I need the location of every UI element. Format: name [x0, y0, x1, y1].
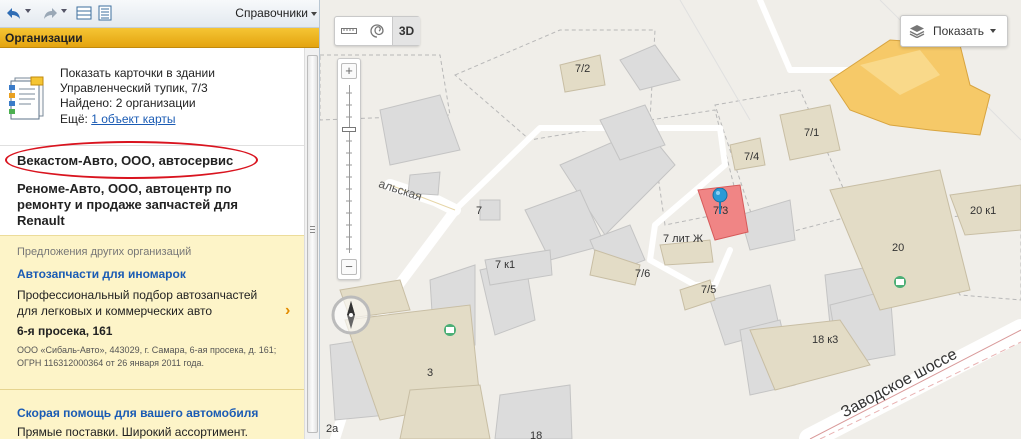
zoom-in-button[interactable]: +: [341, 63, 357, 79]
building-label: 2а: [326, 423, 339, 435]
building-label: 7: [476, 205, 483, 217]
building-address: Управленческий тупик, 7/3: [60, 81, 208, 95]
results-content: Показать карточки в здании Управленчески…: [0, 48, 304, 439]
ad-description: Прямые поставки. Широкий ассортимент.: [17, 425, 248, 439]
highlight-annotation: [5, 141, 258, 179]
divider: [0, 389, 304, 390]
building-label: 18: [530, 430, 543, 439]
map-pin-icon[interactable]: [712, 188, 728, 214]
building-label: 7/2: [575, 63, 591, 75]
ad-title-link[interactable]: Скорая помощь для вашего автомобиля: [17, 406, 258, 420]
layers-icon: [909, 25, 925, 38]
map-tools: 3D: [334, 16, 420, 46]
building-label: 7/1: [804, 127, 820, 139]
ad-legal-text: ООО «Сибаль-Авто», 443029, г. Самара, 6-…: [17, 345, 277, 368]
found-count: Найдено: 2 организации: [60, 96, 196, 110]
building-label: 7/4: [744, 151, 760, 163]
layers-dropdown-button[interactable]: Показать: [900, 15, 1008, 47]
zoom-slider-handle[interactable]: [342, 127, 356, 132]
organization-item[interactable]: Реноме-Авто, ООО, автоцентр по ремонту и…: [17, 181, 277, 229]
ruler-button[interactable]: [335, 17, 363, 45]
sidebar-panel: Справочники Организации Показать карточк…: [0, 0, 320, 439]
layers-label: Показать: [933, 24, 985, 38]
spiral-icon: [370, 24, 384, 38]
more-objects-link[interactable]: 1 объект карты: [91, 112, 175, 126]
compass-icon[interactable]: [331, 295, 371, 335]
print-list-icon[interactable]: [97, 5, 113, 21]
list-view-icon[interactable]: [76, 5, 92, 21]
ruler-icon: [341, 28, 357, 34]
chevron-right-icon[interactable]: ›: [285, 302, 290, 320]
grip-icon: [310, 226, 315, 233]
map-view[interactable]: 7/2 7/1 7/4 7/3 7 7 лит Ж 7 к1 7/6 7/5 2…: [320, 0, 1021, 439]
building-label: 7 к1: [495, 259, 516, 271]
more-objects: Ещё: 1 объект карты: [60, 112, 175, 127]
zoom-scale: [346, 92, 352, 250]
building-label: 20 к1: [970, 205, 997, 217]
show-building-cards-link[interactable]: Показать карточки в здании: [60, 66, 215, 81]
zoom-control: + −: [337, 58, 361, 280]
chevron-down-icon: [311, 11, 317, 16]
ad-description: Профессиональный подбор автозапчастей дл…: [17, 288, 258, 318]
building-label: 7 лит Ж: [663, 233, 703, 245]
building-cards-icon: [9, 76, 44, 120]
ad-title-link[interactable]: Автозапчасти для иномарок: [17, 267, 186, 281]
toolbar: Справочники: [0, 0, 319, 28]
ads-section-title: Предложения других организаций: [17, 246, 192, 258]
ads-section: Предложения других организаций Автозапча…: [0, 235, 304, 439]
building-label: 7/5: [701, 284, 717, 296]
building-label: 7/6: [635, 268, 651, 280]
catalog-dropdown[interactable]: Справочники: [235, 6, 317, 20]
panel-title: Организации: [0, 28, 319, 48]
catalog-label: Справочники: [235, 6, 308, 20]
scrollbar[interactable]: [304, 48, 319, 439]
forward-dropdown-icon[interactable]: [61, 9, 67, 13]
more-prefix: Ещё:: [60, 112, 92, 126]
ad-address: 6-я просека, 161: [17, 324, 113, 338]
chevron-down-icon: [990, 29, 997, 33]
building-label: 20: [892, 242, 905, 254]
scrollbar-thumb[interactable]: [307, 55, 318, 433]
building-label: 3: [427, 367, 434, 379]
zoom-out-button[interactable]: −: [341, 259, 357, 275]
3d-toggle-button[interactable]: 3D: [392, 17, 420, 45]
back-dropdown-icon[interactable]: [25, 9, 31, 13]
traffic-button[interactable]: [363, 17, 391, 45]
building-label: 18 к3: [812, 334, 839, 346]
back-icon[interactable]: [6, 5, 22, 21]
forward-icon[interactable]: [42, 5, 58, 21]
building-info: Показать карточки в здании Управленчески…: [0, 48, 304, 145]
